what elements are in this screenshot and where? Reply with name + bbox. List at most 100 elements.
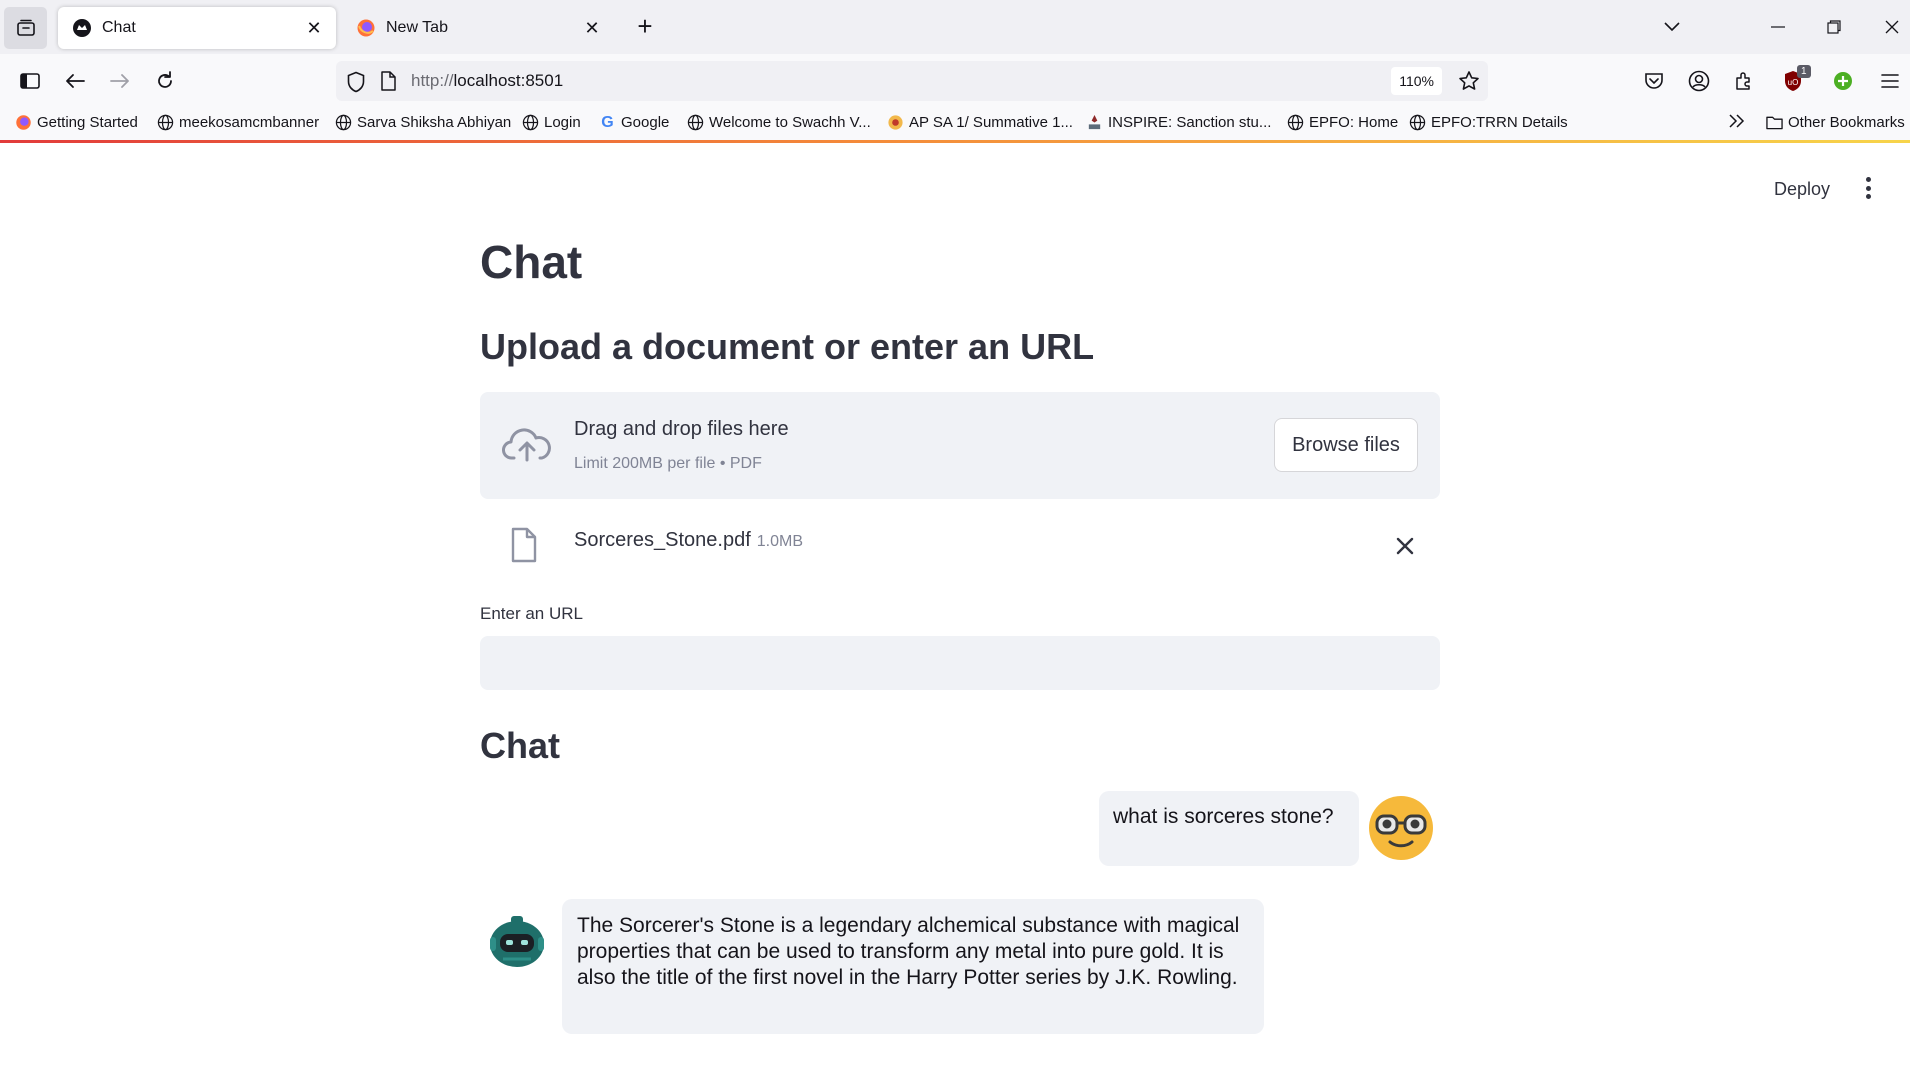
sidebar-button[interactable]	[12, 63, 48, 99]
bookmark-label: Google	[621, 114, 670, 131]
bookmark-label: Welcome to Swachh V...	[709, 114, 871, 131]
assistant-message: The Sorcerer's Stone is a legendary alch…	[562, 899, 1264, 1034]
user-avatar-nerd-emoji-icon	[1369, 796, 1433, 860]
forward-button[interactable]	[102, 63, 138, 99]
close-window-button[interactable]	[1872, 10, 1910, 44]
pocket-button[interactable]	[1636, 63, 1672, 99]
shield-icon[interactable]	[346, 71, 366, 93]
pocket-icon	[1645, 73, 1663, 89]
folder-icon	[1766, 116, 1783, 130]
close-tab-icon[interactable]: ✕	[304, 18, 324, 38]
tab-strip: Chat ✕ New Tab ✕ +	[0, 0, 1910, 54]
streamlit-favicon-icon	[73, 19, 91, 37]
firefox-icon	[16, 115, 31, 130]
bookmark-getting-started[interactable]: Getting Started	[15, 114, 138, 131]
account-button[interactable]	[1681, 63, 1717, 99]
plus-circle-icon	[1834, 72, 1852, 90]
deploy-button[interactable]: Deploy	[1774, 179, 1830, 200]
bookmarks-toolbar: Getting Started meekosamcmbanner Sarva S…	[0, 108, 1910, 140]
bookmark-label: meekosamcmbanner	[179, 114, 320, 131]
star-icon[interactable]	[1458, 70, 1480, 92]
svg-text:uO: uO	[1788, 78, 1799, 87]
app-page: Deploy Chat Upload a document or enter a…	[0, 143, 1910, 1065]
kebab-dot	[1865, 177, 1871, 182]
hamburger-menu-icon	[1881, 74, 1899, 88]
bookmark-swachh[interactable]: Welcome to Swachh V...	[687, 114, 871, 131]
chevron-down-icon	[1664, 22, 1680, 32]
puzzle-icon	[1736, 72, 1750, 90]
emblem-icon	[888, 115, 903, 130]
extensions-button[interactable]	[1726, 63, 1762, 99]
app-menu-button[interactable]	[1872, 63, 1908, 99]
kebab-dot	[1865, 194, 1871, 199]
ublock-extension-button[interactable]: uO 1	[1775, 63, 1811, 99]
remove-file-button[interactable]	[1392, 533, 1418, 559]
inspire-logo-icon	[1088, 114, 1101, 130]
bookmark-label: EPFO: Home	[1309, 114, 1399, 131]
main-menu-button[interactable]	[1860, 173, 1876, 203]
globe-icon	[522, 114, 539, 131]
close-icon	[1885, 20, 1899, 34]
globe-icon	[1287, 114, 1304, 131]
back-arrow-icon	[66, 74, 85, 88]
upload-heading: Upload a document or enter an URL	[480, 326, 1095, 367]
extension-badge: 1	[1797, 65, 1811, 78]
dropzone-limit: Limit 200MB per file • PDF	[574, 455, 762, 472]
bookmark-epfo-home[interactable]: EPFO: Home	[1287, 114, 1398, 131]
close-tab-icon[interactable]: ✕	[582, 18, 602, 38]
file-icon	[511, 527, 537, 563]
account-icon	[1688, 70, 1710, 92]
firefox-icon	[357, 19, 375, 37]
url-input-label: Enter an URL	[480, 604, 583, 623]
bookmark-epfo-trrn[interactable]: EPFO:TRRN Details	[1409, 114, 1568, 131]
bookmark-label: AP SA 1/ Summative 1...	[909, 114, 1073, 131]
page-title: Chat	[480, 236, 583, 288]
bookmark-sarva-shiksha-abhiyan[interactable]: Sarva Shiksha Abhiyan	[335, 114, 511, 131]
tab-new-tab[interactable]: New Tab ✕	[342, 7, 614, 49]
back-button[interactable]	[57, 63, 93, 99]
restore-button[interactable]	[1814, 10, 1854, 44]
other-bookmarks-folder[interactable]: Other Bookmarks	[1766, 114, 1905, 131]
restore-icon	[1827, 20, 1841, 34]
url-host: localhost:8501	[453, 71, 564, 90]
reload-button[interactable]	[147, 63, 183, 99]
bookmark-google[interactable]: G Google	[599, 113, 670, 132]
page-icon[interactable]	[380, 71, 396, 91]
url-input[interactable]	[480, 636, 1440, 690]
list-all-tabs-button[interactable]	[1652, 10, 1692, 44]
file-dropzone[interactable]: Drag and drop files here Limit 200MB per…	[480, 392, 1440, 499]
user-message: what is sorceres stone?	[1099, 791, 1359, 866]
globe-icon	[1409, 114, 1426, 131]
url-bar[interactable]: http://localhost:8501 110%	[336, 61, 1488, 101]
double-chevron-right-icon	[1729, 114, 1745, 128]
file-size: 1.0MB	[756, 533, 804, 550]
green-extension-button[interactable]	[1825, 63, 1861, 99]
tab-title: New Tab	[386, 19, 448, 36]
tab-chat[interactable]: Chat ✕	[58, 7, 336, 49]
bookmark-login[interactable]: Login	[522, 114, 581, 131]
zoom-indicator[interactable]: 110%	[1391, 67, 1442, 95]
tab-list-button[interactable]	[4, 7, 47, 49]
google-icon: G	[601, 113, 614, 131]
browse-files-button[interactable]: Browse files	[1274, 418, 1418, 472]
bookmark-meekosamcmbanner[interactable]: meekosamcmbanner	[157, 114, 319, 131]
bookmarks-overflow-button[interactable]	[1728, 114, 1746, 128]
url-text[interactable]: http://localhost:8501	[411, 71, 563, 91]
uploaded-file-name: Sorceres_Stone.pdf 1.0MB	[574, 529, 803, 552]
bookmark-label: INSPIRE: Sanction stu...	[1108, 114, 1272, 131]
bookmark-label: Other Bookmarks	[1788, 114, 1905, 131]
url-scheme: http://	[411, 71, 454, 90]
globe-icon	[157, 114, 174, 131]
new-tab-button[interactable]: +	[630, 12, 660, 42]
sidebar-icon	[20, 73, 40, 89]
globe-icon	[335, 114, 352, 131]
bookmark-ap-sa[interactable]: AP SA 1/ Summative 1...	[887, 114, 1073, 131]
bookmark-label: EPFO:TRRN Details	[1431, 114, 1568, 131]
dropzone-instructions: Drag and drop files here	[574, 418, 789, 440]
minimize-button[interactable]	[1758, 10, 1798, 44]
cloud-upload-icon	[502, 428, 551, 462]
bookmark-inspire[interactable]: INSPIRE: Sanction stu...	[1086, 114, 1271, 131]
bot-avatar-robot-icon	[490, 916, 544, 967]
uploaded-file-row: Sorceres_Stone.pdf 1.0MB	[480, 521, 1440, 571]
globe-icon	[687, 114, 704, 131]
